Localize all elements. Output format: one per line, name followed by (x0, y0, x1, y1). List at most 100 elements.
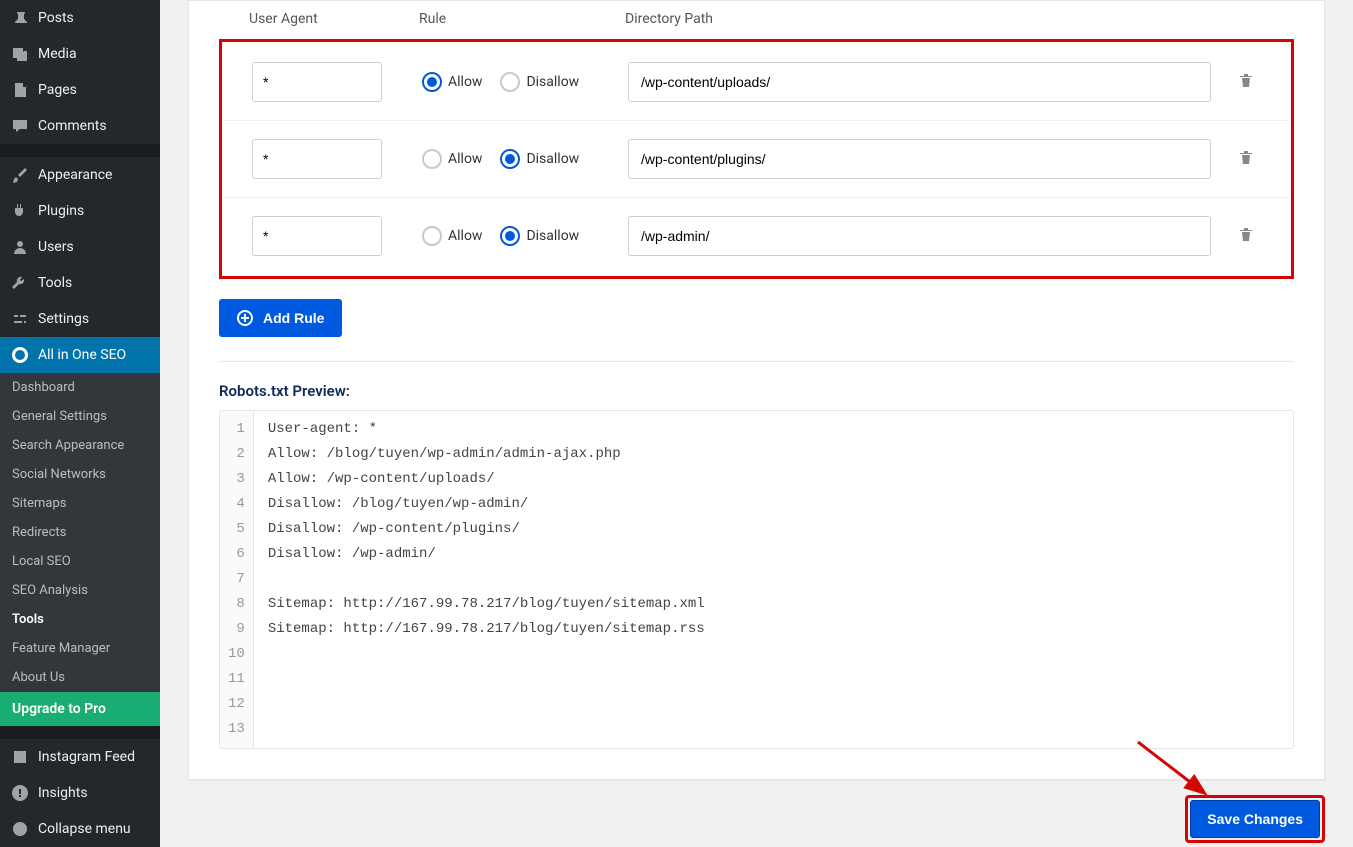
code-line: Sitemap: http://167.99.78.217/blog/tuyen… (268, 592, 705, 617)
code-line (268, 567, 705, 592)
sidebar-item-instagram-feed[interactable]: Instagram Feed (0, 739, 160, 775)
submenu-item-social-networks[interactable]: Social Networks (0, 460, 160, 489)
submenu-item-dashboard[interactable]: Dashboard (0, 373, 160, 402)
delete-rule-button[interactable] (1231, 148, 1261, 170)
line-number: 7 (228, 567, 245, 592)
header-rule: Rule (419, 11, 625, 27)
pin-icon (10, 8, 30, 28)
sidebar-item-plugins[interactable]: Plugins (0, 193, 160, 229)
user-icon (10, 237, 30, 257)
sidebar-item-appearance[interactable]: Appearance (0, 157, 160, 193)
submenu-item-tools[interactable]: Tools (0, 605, 160, 634)
directory-path-input[interactable] (628, 62, 1211, 102)
user-agent-input[interactable] (252, 216, 382, 256)
sidebar-item-tools[interactable]: Tools (0, 265, 160, 301)
disallow-radio[interactable] (500, 226, 520, 246)
sliders-icon (10, 309, 30, 329)
plus-circle-icon (237, 310, 253, 326)
sidebar-item-label: Settings (38, 311, 89, 327)
main-content: User Agent Rule Directory Path AllowDisa… (160, 0, 1353, 847)
wrench-icon (10, 273, 30, 293)
line-number: 11 (228, 667, 245, 692)
allow-label: Allow (448, 151, 482, 167)
code-line: Disallow: /wp-content/plugins/ (268, 517, 705, 542)
submenu-item-search-appearance[interactable]: Search Appearance (0, 431, 160, 460)
delete-rule-button[interactable] (1231, 71, 1261, 93)
submenu-item-local-seo[interactable]: Local SEO (0, 547, 160, 576)
sidebar-item-label: Instagram Feed (38, 749, 135, 765)
plugin-icon (10, 201, 30, 221)
sidebar-item-label: Media (38, 46, 77, 62)
add-rule-button[interactable]: Add Rule (219, 299, 342, 337)
sidebar-item-pages[interactable]: Pages (0, 72, 160, 108)
sidebar-item-collapse-menu[interactable]: Collapse menu (0, 811, 160, 847)
allow-radio[interactable] (422, 149, 442, 169)
comment-icon (10, 116, 30, 136)
sidebar-item-users[interactable]: Users (0, 229, 160, 265)
delete-rule-button[interactable] (1231, 225, 1261, 247)
sidebar-item-all-in-one-seo[interactable]: All in One SEO (0, 337, 160, 373)
sidebar-item-label: Insights (38, 785, 88, 801)
robots-preview-heading: Robots.txt Preview: (219, 382, 1294, 400)
trash-icon (1237, 225, 1255, 247)
submenu-item-seo-analysis[interactable]: SEO Analysis (0, 576, 160, 605)
disallow-radio[interactable] (500, 149, 520, 169)
user-agent-input[interactable] (252, 62, 382, 102)
code-line (268, 667, 705, 692)
allow-radio[interactable] (422, 72, 442, 92)
code-line (268, 642, 705, 667)
allow-radio[interactable] (422, 226, 442, 246)
sidebar-item-label: All in One SEO (38, 347, 126, 363)
aioseo-icon (10, 345, 30, 365)
sidebar-item-label: Tools (38, 275, 72, 291)
sidebar-item-label: Comments (38, 118, 107, 134)
line-number: 9 (228, 617, 245, 642)
line-number: 6 (228, 542, 245, 567)
header-directory-path: Directory Path (625, 11, 1294, 27)
header-user-agent: User Agent (249, 11, 419, 27)
trash-icon (1237, 71, 1255, 93)
submenu-item-sitemaps[interactable]: Sitemaps (0, 489, 160, 518)
brush-icon (10, 165, 30, 185)
upgrade-to-pro[interactable]: Upgrade to Pro (0, 692, 160, 726)
sidebar-item-settings[interactable]: Settings (0, 301, 160, 337)
directory-path-input[interactable] (628, 216, 1211, 256)
line-number: 4 (228, 492, 245, 517)
sidebar-item-label: Users (38, 239, 74, 255)
line-number: 3 (228, 467, 245, 492)
submenu-item-redirects[interactable]: Redirects (0, 518, 160, 547)
add-rule-label: Add Rule (263, 310, 324, 326)
line-number: 2 (228, 442, 245, 467)
save-highlight-box: Save Changes (1185, 795, 1325, 843)
sidebar-item-label: Plugins (38, 203, 84, 219)
submenu-item-about-us[interactable]: About Us (0, 663, 160, 692)
user-agent-input[interactable] (252, 139, 382, 179)
sidebar-item-comments[interactable]: Comments (0, 108, 160, 144)
directory-path-input[interactable] (628, 139, 1211, 179)
rule-row: AllowDisallow (224, 197, 1289, 274)
insights-icon (10, 783, 30, 803)
code-line (268, 692, 705, 717)
code-line: Disallow: /blog/tuyen/wp-admin/ (268, 492, 705, 517)
code-line: User-agent: * (268, 417, 705, 442)
submenu-item-feature-manager[interactable]: Feature Manager (0, 634, 160, 663)
sidebar-item-insights[interactable]: Insights (0, 775, 160, 811)
line-number: 13 (228, 717, 245, 742)
line-number: 12 (228, 692, 245, 717)
sidebar-item-posts[interactable]: Posts (0, 0, 160, 36)
submenu-item-general-settings[interactable]: General Settings (0, 402, 160, 431)
media-icon (10, 44, 30, 64)
line-number: 8 (228, 592, 245, 617)
feed-icon (10, 747, 30, 767)
disallow-radio[interactable] (500, 72, 520, 92)
sidebar-item-media[interactable]: Media (0, 36, 160, 72)
disallow-label: Disallow (526, 74, 579, 90)
code-line: Allow: /blog/tuyen/wp-admin/admin-ajax.p… (268, 442, 705, 467)
sidebar-item-label: Collapse menu (38, 821, 131, 837)
line-number: 1 (228, 417, 245, 442)
disallow-label: Disallow (526, 228, 579, 244)
collapse-icon (10, 819, 30, 839)
save-changes-button[interactable]: Save Changes (1190, 800, 1320, 838)
page-icon (10, 80, 30, 100)
rules-highlight-box: AllowDisallowAllowDisallowAllowDisallow (219, 39, 1294, 279)
